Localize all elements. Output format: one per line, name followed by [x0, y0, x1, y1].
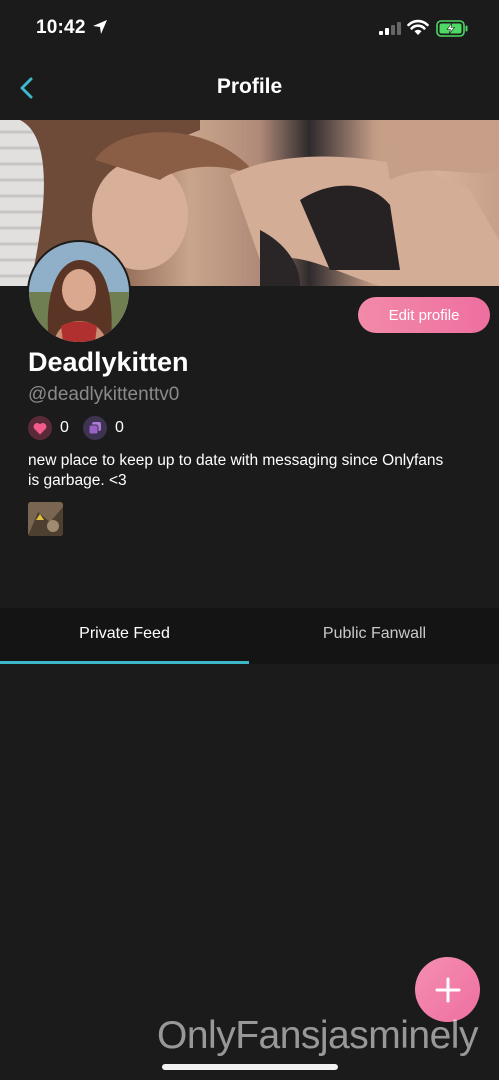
location-arrow-icon [93, 20, 107, 34]
display-name: Deadlykitten [28, 347, 189, 377]
likes-count: 0 [60, 419, 69, 436]
profile-tabs: Private Feed Public Fanwall [0, 608, 499, 664]
status-time: 10:42 [36, 17, 86, 38]
active-tab-indicator [0, 661, 249, 664]
plus-icon [435, 977, 460, 1002]
likes-stat: 0 [28, 416, 69, 440]
watermark-text: OnlyFansjasminely [157, 1014, 478, 1057]
home-indicator [162, 1064, 338, 1070]
profile-avatar[interactable] [27, 240, 131, 344]
posts-count: 0 [115, 419, 124, 436]
status-bar: 10:42 [0, 0, 499, 56]
tab-private-feed[interactable]: Private Feed [0, 608, 249, 664]
edit-profile-button[interactable]: Edit profile [358, 297, 490, 333]
page-title: Profile [216, 75, 283, 98]
bio-media-thumbnail[interactable] [28, 502, 63, 536]
tab-public-fanwall[interactable]: Public Fanwall [250, 608, 499, 664]
profile-bio: new place to keep up to date with messag… [28, 452, 444, 489]
battery-charging-icon [436, 20, 468, 37]
media-stack-icon [83, 416, 107, 440]
wifi-icon [407, 19, 429, 35]
nav-bar: Profile [0, 56, 499, 120]
username-handle: @deadlykittenttv0 [28, 384, 180, 405]
cellular-signal-icon [379, 22, 401, 35]
create-post-button[interactable] [415, 957, 480, 1022]
heart-icon [28, 416, 52, 440]
posts-stat: 0 [83, 416, 124, 440]
